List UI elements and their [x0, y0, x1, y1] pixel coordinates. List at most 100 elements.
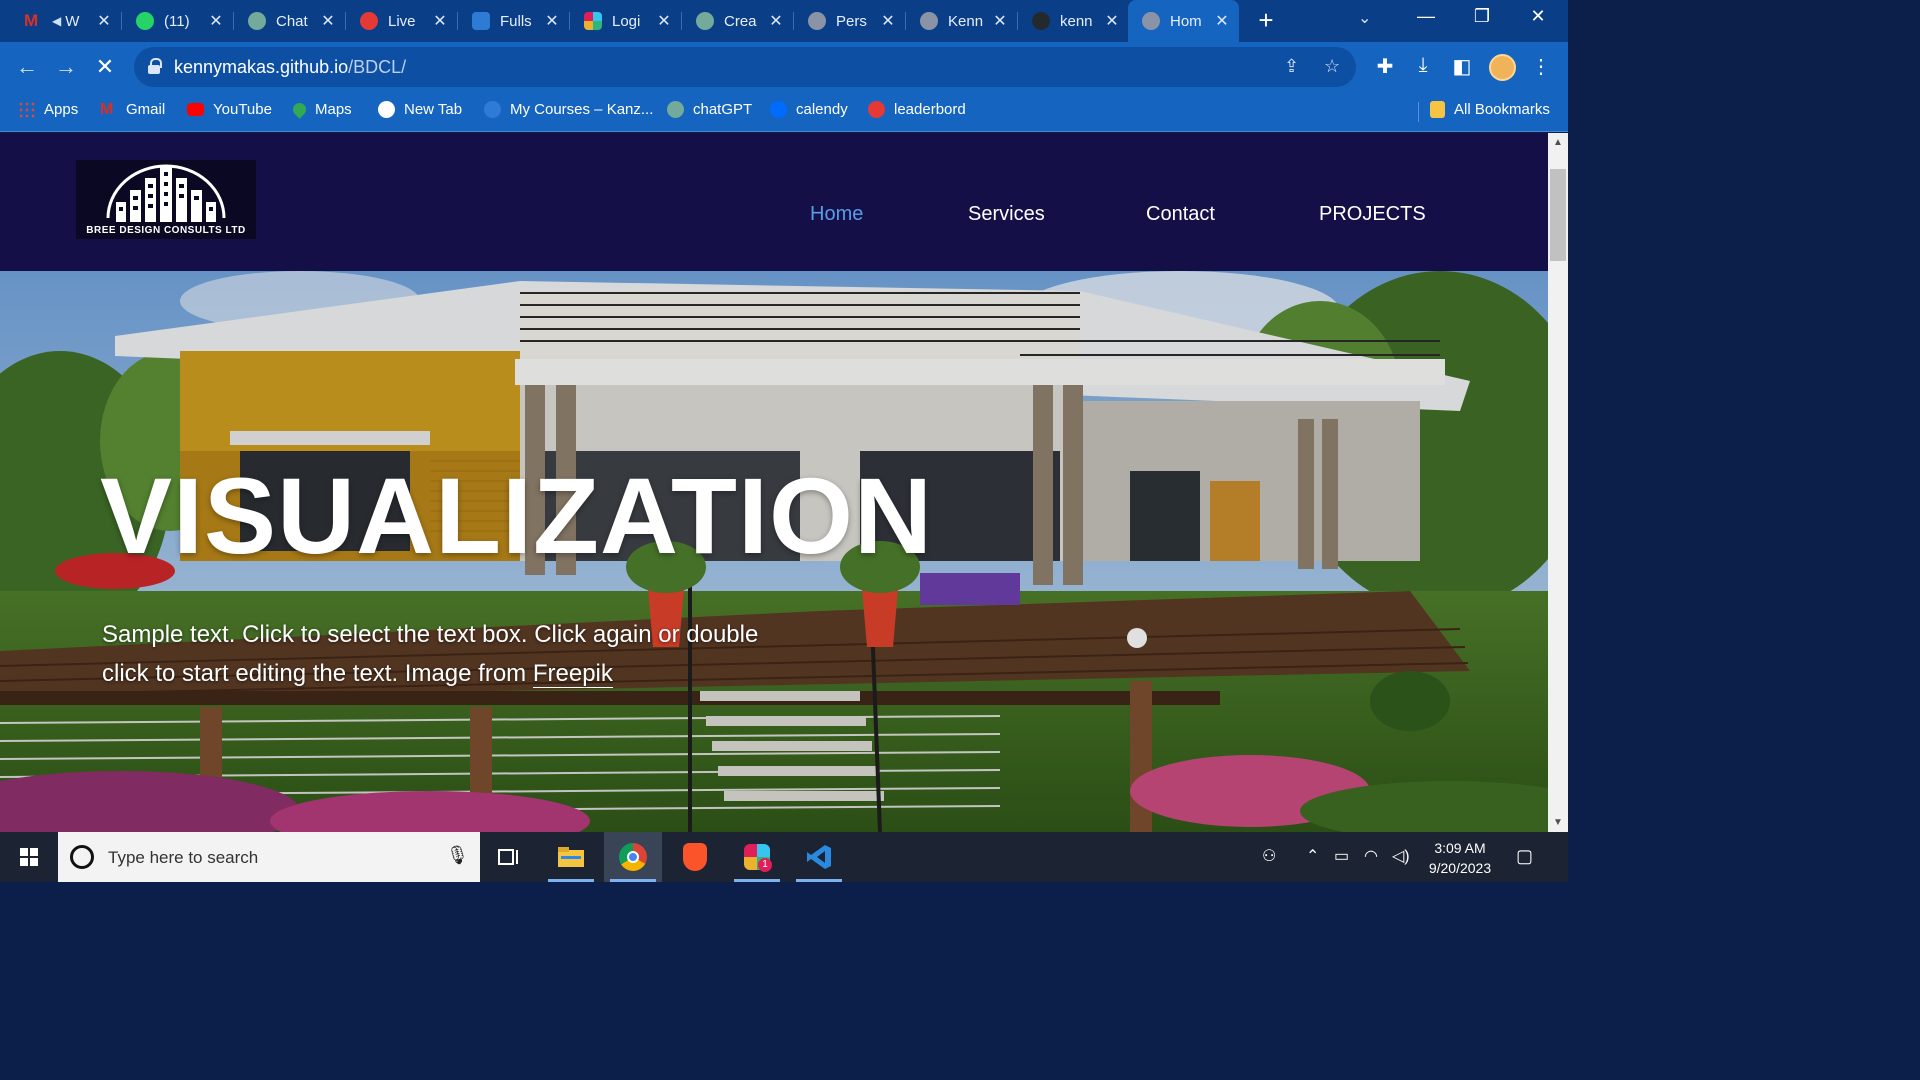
browser-toolbar: ← → ✕ kennymakas.github.io/BDCL/ ⇪ ☆ ✚ ⤓… [0, 42, 1568, 92]
tab-slack-login[interactable]: Logi ✕ [570, 0, 681, 42]
bookmark-label: leaderbord [894, 101, 966, 118]
microphone-icon[interactable]: 🎙 [446, 845, 469, 866]
folder-icon [558, 847, 584, 867]
search-placeholder: Type here to search [108, 848, 259, 867]
site-logo[interactable]: BREE DESIGN CONSULTS LTD [76, 160, 256, 239]
all-bookmarks-label: All Bookmarks [1454, 101, 1550, 118]
brave-lion-icon [683, 843, 707, 871]
tab-home-active[interactable]: Hom ✕ [1128, 0, 1239, 42]
tab-search-chevron-icon[interactable]: ⌄ [1358, 8, 1371, 28]
close-tab-icon[interactable]: ✕ [765, 11, 787, 31]
tab-personal[interactable]: Pers ✕ [794, 0, 905, 42]
bookmark-star-icon[interactable]: ☆ [1324, 56, 1340, 77]
page-scrollbar[interactable]: ▲ ▼ [1548, 133, 1568, 832]
nav-home[interactable]: Home [810, 203, 863, 226]
bookmark-gmail[interactable]: M Gmail [100, 101, 165, 118]
tab-gmail[interactable]: M ◀ W ✕ [10, 0, 121, 42]
bookmarks-bar: Apps M Gmail YouTube Maps New Tab My Cou… [0, 92, 1568, 132]
close-tab-icon[interactable]: ✕ [989, 11, 1011, 31]
battery-icon[interactable]: ▭ [1334, 846, 1349, 866]
close-tab-icon[interactable]: ✕ [541, 11, 563, 31]
logo-text: BREE DESIGN CONSULTS LTD [86, 225, 246, 236]
close-window-icon[interactable]: ✕ [1518, 6, 1558, 27]
notification-center-icon[interactable]: ▢ [1516, 846, 1533, 867]
tab-chat[interactable]: Chat ✕ [234, 0, 345, 42]
tab-title: kenn [1060, 12, 1093, 30]
forward-icon[interactable]: → [51, 52, 81, 82]
notification-badge: 1 [758, 858, 772, 872]
stop-loading-icon[interactable]: ✕ [90, 52, 120, 82]
task-view-button[interactable] [480, 832, 538, 882]
bookmark-youtube[interactable]: YouTube [187, 101, 272, 118]
show-hidden-icons-chevron-icon[interactable]: ⌃ [1306, 846, 1319, 866]
chatgpt-icon [248, 12, 266, 30]
bookmark-label: Apps [44, 101, 79, 118]
scrollbar-thumb[interactable] [1550, 169, 1566, 261]
tab-title: Pers [836, 12, 867, 30]
download-icon[interactable]: ⤓ [1410, 54, 1436, 77]
bookmark-label: Maps [315, 101, 352, 118]
slack-button[interactable]: 1 [728, 832, 786, 882]
apps-grid-icon [18, 101, 35, 118]
web-page: BREE DESIGN CONSULTS LTD Home Services C… [0, 133, 1548, 832]
bookmark-leaderbord[interactable]: leaderbord [868, 101, 966, 118]
minimize-icon[interactable]: — [1406, 6, 1446, 27]
nav-services[interactable]: Services [968, 203, 1045, 226]
cortana-circle-icon [70, 845, 94, 869]
share-icon[interactable]: ⇪ [1284, 56, 1299, 77]
close-tab-icon[interactable]: ✕ [653, 11, 675, 31]
tab-whatsapp[interactable]: (11) ✕ [122, 0, 233, 42]
tab-title: (11) [164, 12, 190, 30]
close-tab-icon[interactable]: ✕ [317, 11, 339, 31]
scroll-up-arrow-icon[interactable]: ▲ [1548, 135, 1568, 151]
tab-fullstack[interactable]: Fulls ✕ [458, 0, 569, 42]
nav-projects[interactable]: PROJECTS [1319, 203, 1426, 226]
windows-taskbar: Type here to search 🎙 1 ⚇ ⌃ ▭ ◠ ◁) 3:09 … [0, 832, 1568, 882]
taskbar-clock[interactable]: 3:09 AM 9/20/2023 [1410, 838, 1510, 878]
tab-title: Logi [612, 12, 641, 30]
close-tab-icon[interactable]: ✕ [205, 11, 227, 31]
close-tab-icon[interactable]: ✕ [429, 11, 451, 31]
start-button[interactable] [0, 832, 58, 882]
tab-kenny[interactable]: Kenn ✕ [906, 0, 1017, 42]
task-view-icon [498, 849, 518, 865]
volume-icon[interactable]: ◁) [1392, 846, 1410, 866]
bookmark-maps[interactable]: Maps [290, 100, 352, 119]
scroll-down-arrow-icon[interactable]: ▼ [1548, 815, 1568, 831]
tab-github[interactable]: kenn ✕ [1018, 0, 1129, 42]
tab-live[interactable]: Live ✕ [346, 0, 457, 42]
bookmark-chatgpt[interactable]: chatGPT [667, 101, 752, 118]
bookmarks-separator [1418, 102, 1419, 122]
brave-button[interactable] [666, 832, 724, 882]
freepik-link[interactable]: Freepik [532, 660, 613, 688]
bookmark-new-tab[interactable]: New Tab [378, 101, 462, 118]
close-tab-icon[interactable]: ✕ [93, 11, 115, 31]
taskbar-search-box[interactable]: Type here to search 🎙 [58, 832, 480, 882]
close-tab-icon[interactable]: ✕ [1101, 11, 1123, 31]
nav-contact[interactable]: Contact [1146, 203, 1215, 226]
bookmark-apps[interactable]: Apps [18, 101, 78, 118]
bookmark-calendy[interactable]: calendy [770, 101, 848, 118]
address-bar[interactable]: kennymakas.github.io/BDCL/ ⇪ ☆ [134, 47, 1356, 87]
close-tab-icon[interactable]: ✕ [877, 11, 899, 31]
restore-icon[interactable]: ❐ [1462, 6, 1502, 27]
file-explorer-button[interactable] [542, 832, 600, 882]
back-icon[interactable]: ← [12, 52, 42, 82]
tab-create[interactable]: Crea ✕ [682, 0, 793, 42]
bookmark-my-courses[interactable]: My Courses – Kanz... [484, 101, 653, 118]
chrome-button[interactable] [604, 832, 662, 882]
people-icon[interactable]: ⚇ [1262, 846, 1276, 866]
url-text[interactable]: kennymakas.github.io/BDCL/ [174, 57, 406, 78]
all-bookmarks-button[interactable]: All Bookmarks [1430, 101, 1550, 118]
bookmark-label: YouTube [213, 101, 272, 118]
vscode-button[interactable] [790, 832, 848, 882]
new-tab-button[interactable]: + [1252, 6, 1280, 34]
url-domain: kennymakas.github.io [174, 57, 349, 77]
tab-title: Crea [724, 12, 757, 30]
wifi-icon[interactable]: ◠ [1364, 846, 1378, 866]
menu-kebab-icon[interactable]: ⋮ [1528, 54, 1554, 79]
side-panel-icon[interactable]: ◧ [1449, 54, 1475, 79]
close-tab-icon[interactable]: ✕ [1211, 11, 1233, 31]
profile-avatar[interactable] [1489, 54, 1516, 81]
extensions-puzzle-icon[interactable]: ✚ [1372, 54, 1398, 79]
